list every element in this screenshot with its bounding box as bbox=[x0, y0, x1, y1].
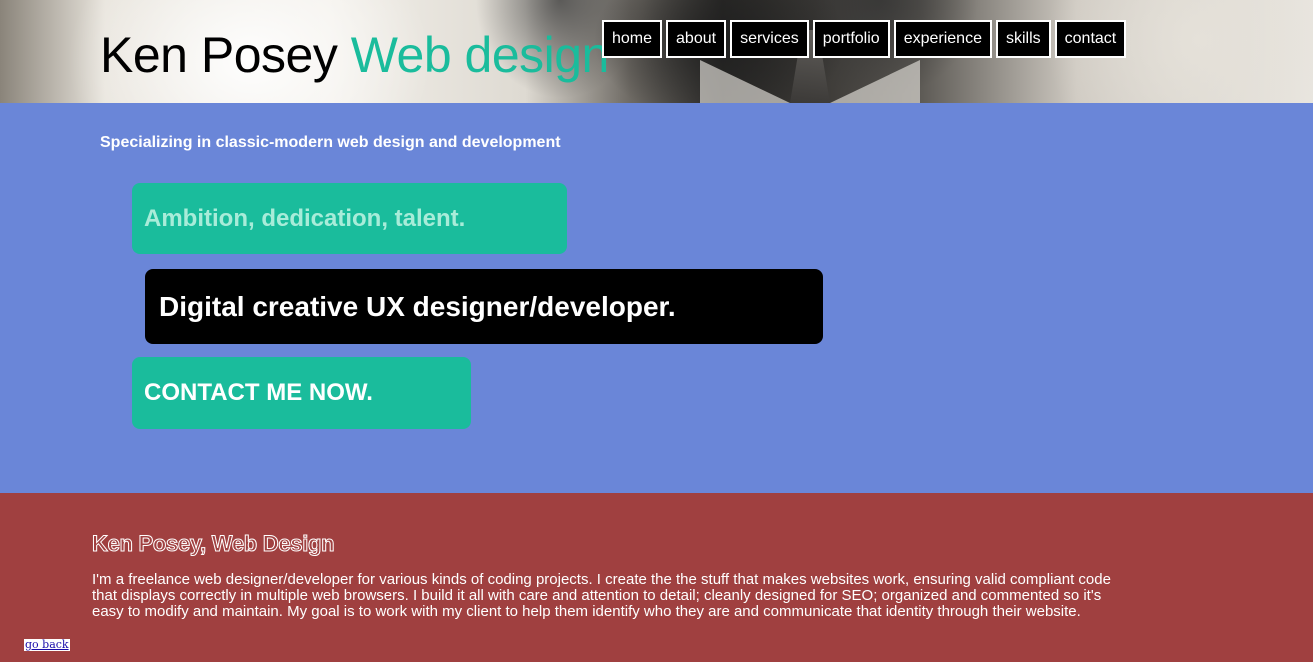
page: Ken Posey Web design home about services… bbox=[0, 0, 1313, 662]
about-body: I'm a freelance web designer/developer f… bbox=[92, 571, 1111, 620]
about-heading: Ken Posey, Web Design bbox=[91, 531, 335, 557]
nav-skills[interactable]: skills bbox=[995, 20, 1051, 58]
about-section: Ken Posey, Web Design I'm a freelance we… bbox=[0, 493, 1313, 662]
nav-experience[interactable]: experience bbox=[893, 20, 992, 58]
main-nav: home about services portfolio experience… bbox=[602, 20, 1127, 58]
nav-home[interactable]: home bbox=[602, 20, 663, 58]
nav-contact[interactable]: contact bbox=[1054, 20, 1127, 58]
nav-portfolio[interactable]: portfolio bbox=[812, 20, 890, 58]
nav-services[interactable]: services bbox=[730, 20, 809, 58]
contact-me-button[interactable]: CONTACT ME NOW. bbox=[132, 357, 471, 429]
ambition-banner: Ambition, dedication, talent. bbox=[132, 183, 567, 254]
nav-about[interactable]: about bbox=[666, 20, 727, 58]
header-photo-collar-right bbox=[830, 60, 920, 103]
hero-section: Specializing in classic-modern web desig… bbox=[0, 103, 1313, 493]
go-back-link[interactable]: go back bbox=[24, 639, 70, 651]
site-title-accent: Web design bbox=[350, 27, 610, 83]
site-title-main: Ken Posey bbox=[100, 27, 338, 83]
site-title: Ken Posey Web design bbox=[100, 26, 609, 84]
digital-creative-banner: Digital creative UX designer/developer. bbox=[145, 269, 823, 344]
header-banner: Ken Posey Web design home about services… bbox=[0, 0, 1313, 103]
header-photo-collar-left bbox=[700, 60, 790, 103]
tagline: Specializing in classic-modern web desig… bbox=[100, 134, 561, 151]
